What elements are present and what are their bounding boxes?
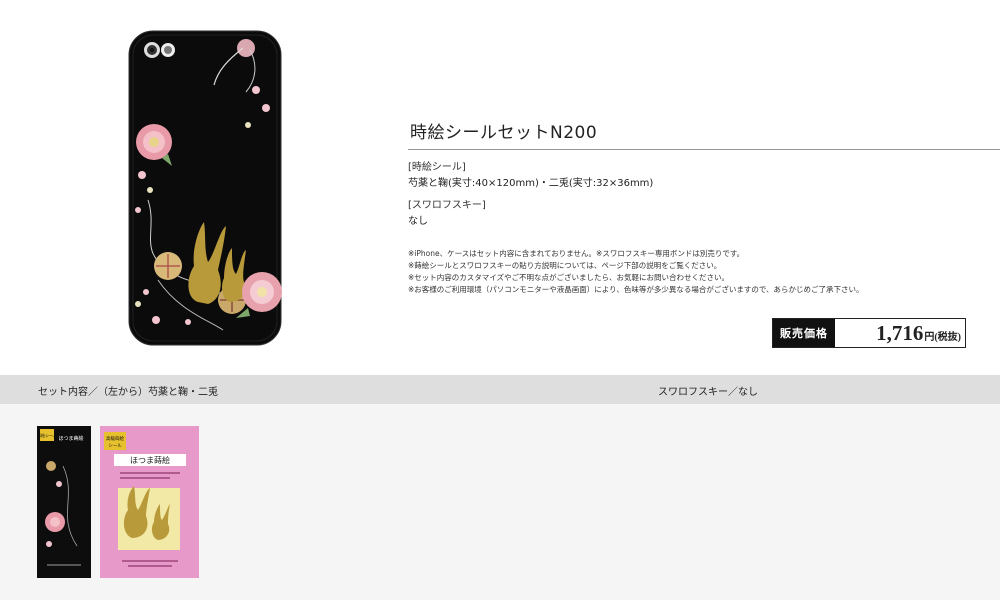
package-tag: 蒔絵シール — [37, 432, 57, 438]
sticker-value: 芍薬と鞠(実寸:40×120mm)・二兎(実寸:32×36mm) — [408, 178, 654, 189]
notes: ※iPhone、ケースはセット内容に含まれておりません。※スワロフスキー専用ボン… — [408, 248, 1000, 296]
set-contents-label: セット内容／（左から）芍薬と鞠・二兎 — [38, 387, 218, 398]
swarovski-label: [スワロフスキー] — [408, 200, 486, 211]
set-contents-area: 蒔絵シール ほつま蒔絵 高級蒔絵 シール ほつま蒔絵 — [0, 404, 1000, 600]
twin-rabbit-sticker-package: 高級蒔絵 シール ほつま蒔絵 — [100, 426, 199, 578]
sticker-section: [時絵シール] 芍薬と鞠(実寸:40×120mm)・二兎(実寸:32×36mm) — [408, 160, 1000, 192]
note-line: ※蒔絵シールとスワロフスキーの貼り方説明については、ページ下部の説明をご覧くださ… — [408, 261, 722, 270]
price-value-area: 1,716 円(税抜) — [835, 319, 965, 347]
swarovski-section: [スワロフスキー] なし — [408, 198, 1000, 230]
sticker-label: [時絵シール] — [408, 162, 466, 173]
product-title: 時絵シールセットN200 — [408, 118, 1000, 150]
swarovski-contents-label: スワロフスキー／なし — [658, 387, 758, 398]
note-line: ※iPhone、ケースはセット内容に含まれておりません。※スワロフスキー専用ボン… — [408, 249, 745, 258]
phone-case-image — [128, 30, 282, 346]
swarovski-value: なし — [408, 216, 428, 227]
set-contents-bar: セット内容／（左から）芍薬と鞠・二兎 スワロフスキー／なし — [0, 375, 1000, 404]
price-unit: 円(税抜) — [924, 332, 961, 343]
package-tag-top: 高級蒔絵 — [106, 435, 124, 442]
price-label: 販売価格 — [773, 319, 835, 347]
peony-temari-sticker-package: 蒔絵シール ほつま蒔絵 — [37, 426, 91, 578]
product-section: 時絵シールセットN200 [時絵シール] 芍薬と鞠(実寸:40×120mm)・二… — [0, 0, 1000, 375]
package-brand: ほつま蒔絵 — [58, 435, 83, 442]
product-info: 時絵シールセットN200 [時絵シール] 芍薬と鞠(実寸:40×120mm)・二… — [408, 118, 1000, 296]
price-box: 販売価格 1,716 円(税抜) — [772, 318, 966, 348]
package-brand: ほつま蒔絵 — [130, 455, 170, 465]
note-line: ※セット内容のカスタマイズやご不明な点がございましたら、お気軽にお問い合わせくだ… — [408, 273, 730, 282]
price-value: 1,716 — [876, 321, 924, 345]
package-tag-bottom: シール — [108, 444, 122, 449]
note-line: ※お客様のご利用環境（パソコンモニターや液晶画面）により、色味等が多少異なる場合… — [408, 285, 864, 294]
